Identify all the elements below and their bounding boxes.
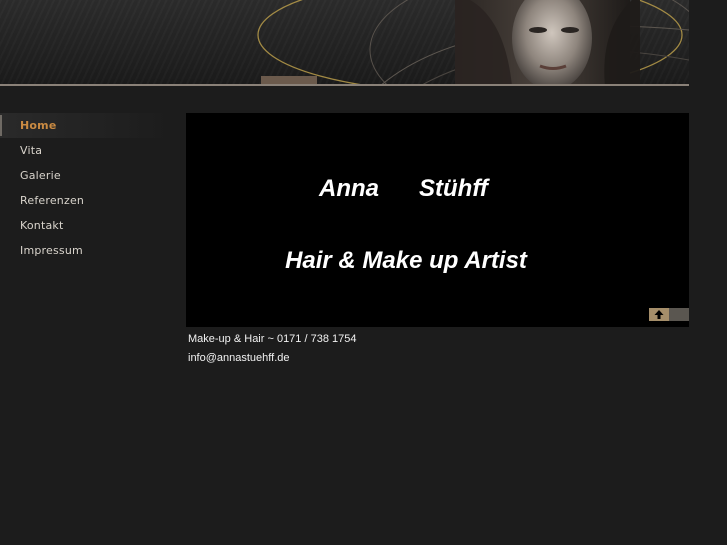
nav-item-galerie[interactable]: Galerie bbox=[0, 163, 170, 188]
scroll-top-bar bbox=[669, 308, 689, 321]
contact-email[interactable]: info@annastuehff.de bbox=[188, 349, 356, 368]
header-divider bbox=[0, 84, 689, 86]
contact-phone: Make-up & Hair ~ 0171 / 738 1754 bbox=[188, 333, 357, 345]
contact-info: Make-up & Hair ~ 0171 / 738 1754 info@an… bbox=[188, 330, 356, 368]
header-banner bbox=[0, 0, 689, 86]
nav-item-referenzen[interactable]: Referenzen bbox=[0, 188, 170, 213]
nav-item-impressum[interactable]: Impressum bbox=[0, 238, 170, 263]
scroll-top-button[interactable] bbox=[649, 308, 669, 321]
nav-item-home[interactable]: Home bbox=[0, 113, 170, 138]
intro-stage: Anna Stühff Hair & Make up Artist bbox=[186, 113, 689, 327]
nav-item-kontakt[interactable]: Kontakt bbox=[0, 213, 170, 238]
artist-first-name: Anna bbox=[319, 175, 379, 202]
artist-tagline: Hair & Make up Artist bbox=[285, 247, 527, 274]
arrow-up-icon bbox=[654, 310, 664, 319]
header-artwork bbox=[257, 0, 689, 86]
main-navigation: Home Vita Galerie Referenzen Kontakt Imp… bbox=[0, 113, 170, 263]
artist-last-name: Stühff bbox=[419, 175, 488, 202]
nav-item-vita[interactable]: Vita bbox=[0, 138, 170, 163]
